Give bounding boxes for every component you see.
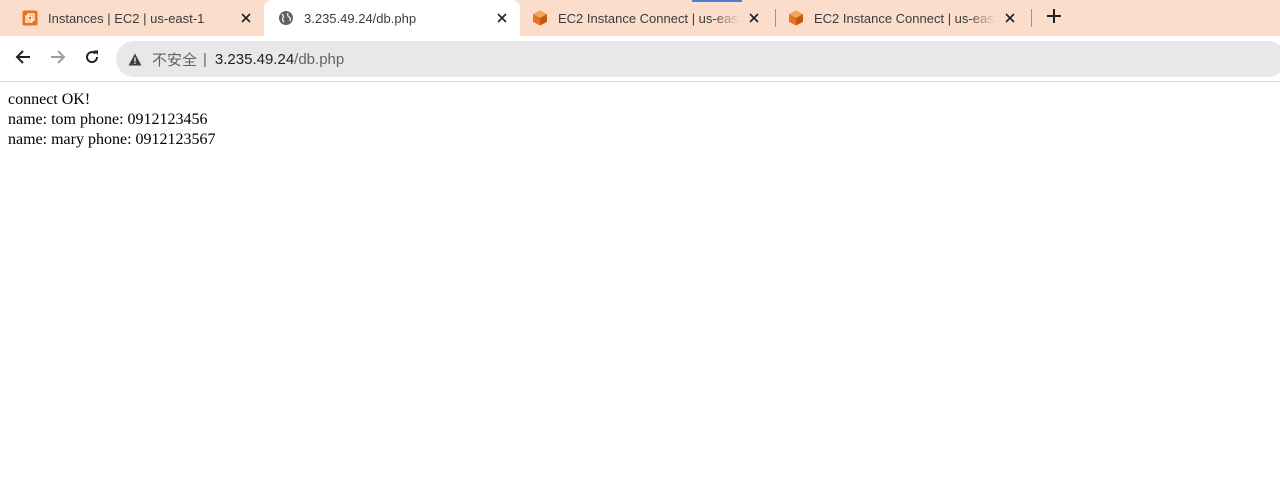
globe-icon — [278, 10, 294, 26]
tab-title: EC2 Instance Connect | us-east — [558, 10, 740, 26]
close-tab-icon[interactable] — [1002, 10, 1018, 26]
result-line: name: tom phone: 0912123456 — [8, 111, 208, 128]
tab-instances-ec2[interactable]: Instances | EC2 | us-east-1 — [8, 0, 264, 36]
tab-title: Instances | EC2 | us-east-1 — [48, 10, 205, 26]
tab-separator — [1031, 9, 1032, 27]
browser-toolbar: 不安全 | 3.235.49.24 /db.php — [0, 36, 1280, 82]
close-tab-icon[interactable] — [746, 10, 762, 26]
forward-button[interactable] — [46, 47, 70, 71]
tab-db-php[interactable]: 3.235.49.24/db.php — [264, 0, 520, 36]
reload-button[interactable] — [80, 47, 104, 71]
tab-ec2-instance-connect-1[interactable]: EC2 Instance Connect | us-east — [520, 0, 776, 36]
page-content: connect OK! name: tom phone: 0912123456 … — [0, 82, 1280, 158]
close-tab-icon[interactable] — [238, 10, 254, 26]
tab-strip: Instances | EC2 | us-east-1 3.235.49.24/… — [0, 0, 1280, 36]
arrow-right-icon — [50, 49, 66, 70]
security-status-label[interactable]: 不安全 — [152, 49, 197, 70]
back-button[interactable] — [11, 47, 35, 71]
tab-ec2-instance-connect-2[interactable]: EC2 Instance Connect | us-east — [776, 0, 1032, 36]
plus-icon — [1047, 8, 1061, 28]
arrow-left-icon — [15, 49, 31, 70]
close-tab-icon[interactable] — [494, 10, 510, 26]
tab-title: EC2 Instance Connect | us-east — [814, 10, 996, 26]
tab-title: 3.235.49.24/db.php — [304, 10, 417, 26]
address-divider: | — [203, 50, 207, 68]
aws-cube-icon — [532, 10, 548, 26]
reload-icon — [84, 49, 100, 70]
url-path: /db.php — [294, 50, 345, 68]
url-host: 3.235.49.24 — [214, 50, 295, 68]
connection-status-text: connect OK! — [8, 91, 91, 108]
aws-cube-icon — [788, 10, 804, 26]
aws-ec2-icon — [22, 10, 38, 26]
new-tab-button[interactable] — [1042, 6, 1066, 30]
result-line: name: mary phone: 0912123567 — [8, 131, 216, 148]
warning-icon[interactable] — [128, 52, 142, 66]
address-bar[interactable]: 不安全 | 3.235.49.24 /db.php — [116, 41, 1280, 77]
